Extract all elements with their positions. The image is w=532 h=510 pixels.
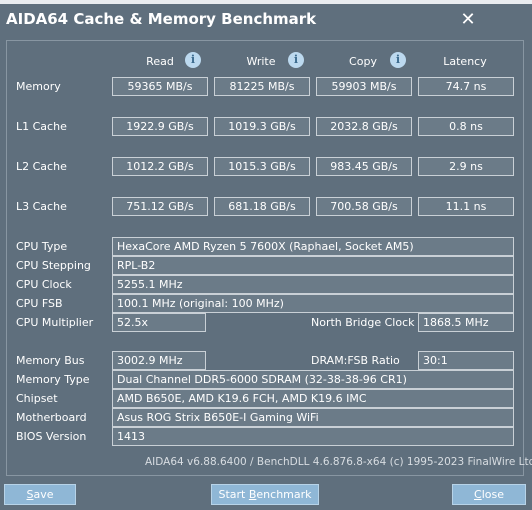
close-button-label: lose (481, 488, 504, 501)
start-benchmark-label-pre: Start (218, 488, 249, 501)
window-title: AIDA64 Cache & Memory Benchmark (6, 10, 317, 28)
save-button[interactable]: Save (4, 484, 76, 505)
memory-bus-value: 3002.9 MHz (112, 351, 206, 370)
start-benchmark-button[interactable]: Start Benchmark (211, 484, 319, 505)
cpu-type-label: CPU Type (16, 240, 68, 253)
cpu-stepping-label: CPU Stepping (16, 259, 91, 272)
memory-write-value: 81225 MB/s (214, 77, 310, 96)
memory-bus-label: Memory Bus (16, 354, 85, 367)
l1-cache-label: L1 Cache (16, 120, 67, 133)
north-bridge-clock-value: 1868.5 MHz (418, 313, 514, 332)
memory-copy-value: 59903 MB/s (316, 77, 412, 96)
info-icon-write[interactable]: i (288, 52, 304, 68)
title-bar: AIDA64 Cache & Memory Benchmark ✕ (0, 4, 532, 36)
l2-read-value: 1012.2 GB/s (112, 157, 208, 176)
start-benchmark-label: enchmark (256, 488, 312, 501)
cpu-stepping-value: RPL-B2 (112, 256, 514, 275)
bios-version-label: BIOS Version (16, 430, 87, 443)
l3-read-value: 751.12 GB/s (112, 197, 208, 216)
info-icon-read[interactable]: i (185, 52, 201, 68)
l1-write-value: 1019.3 GB/s (214, 117, 310, 136)
column-read: Read (146, 55, 174, 68)
close-button[interactable]: Close (452, 484, 526, 505)
bios-version-value: 1413 (112, 427, 514, 446)
column-copy: Copy (349, 55, 377, 68)
memory-read-value: 59365 MB/s (112, 77, 208, 96)
cpu-multiplier-label: CPU Multiplier (16, 316, 94, 329)
cpu-fsb-label: CPU FSB (16, 297, 63, 310)
l3-copy-value: 700.58 GB/s (316, 197, 412, 216)
l1-read-value: 1922.9 GB/s (112, 117, 208, 136)
l3-latency-value: 11.1 ns (418, 197, 514, 216)
save-button-label: ave (33, 488, 54, 501)
l3-cache-label: L3 Cache (16, 200, 67, 213)
close-button-accel: C (474, 488, 482, 501)
memory-type-label: Memory Type (16, 373, 90, 386)
memory-latency-value: 74.7 ns (418, 77, 514, 96)
dram-fsb-ratio-value: 30:1 (418, 351, 514, 370)
column-latency: Latency (443, 55, 487, 68)
close-icon[interactable]: ✕ (456, 8, 480, 32)
l2-latency-value: 2.9 ns (418, 157, 514, 176)
l3-write-value: 681.18 GB/s (214, 197, 310, 216)
l2-write-value: 1015.3 GB/s (214, 157, 310, 176)
l1-latency-value: 0.8 ns (418, 117, 514, 136)
chipset-label: Chipset (16, 392, 58, 405)
version-footer: AIDA64 v6.88.6400 / BenchDLL 4.6.876.8-x… (145, 456, 532, 468)
motherboard-value: Asus ROG Strix B650E-I Gaming WiFi (112, 408, 514, 427)
l2-copy-value: 983.45 GB/s (316, 157, 412, 176)
cpu-multiplier-value: 52.5x (112, 313, 206, 332)
memory-label: Memory (16, 80, 61, 93)
motherboard-label: Motherboard (16, 411, 87, 424)
cpu-clock-label: CPU Clock (16, 278, 72, 291)
info-icon-copy[interactable]: i (390, 52, 406, 68)
chipset-value: AMD B650E, AMD K19.6 FCH, AMD K19.6 IMC (112, 389, 514, 408)
north-bridge-clock-label: North Bridge Clock (311, 316, 415, 329)
column-write: Write (246, 55, 276, 68)
memory-type-value: Dual Channel DDR5-6000 SDRAM (32-38-38-9… (112, 370, 514, 389)
l2-cache-label: L2 Cache (16, 160, 67, 173)
cpu-clock-value: 5255.1 MHz (112, 275, 514, 294)
l1-copy-value: 2032.8 GB/s (316, 117, 412, 136)
cpu-fsb-value: 100.1 MHz (original: 100 MHz) (112, 294, 514, 313)
cpu-type-value: HexaCore AMD Ryzen 5 7600X (Raphael, Soc… (112, 237, 514, 256)
dram-fsb-ratio-label: DRAM:FSB Ratio (311, 354, 400, 367)
